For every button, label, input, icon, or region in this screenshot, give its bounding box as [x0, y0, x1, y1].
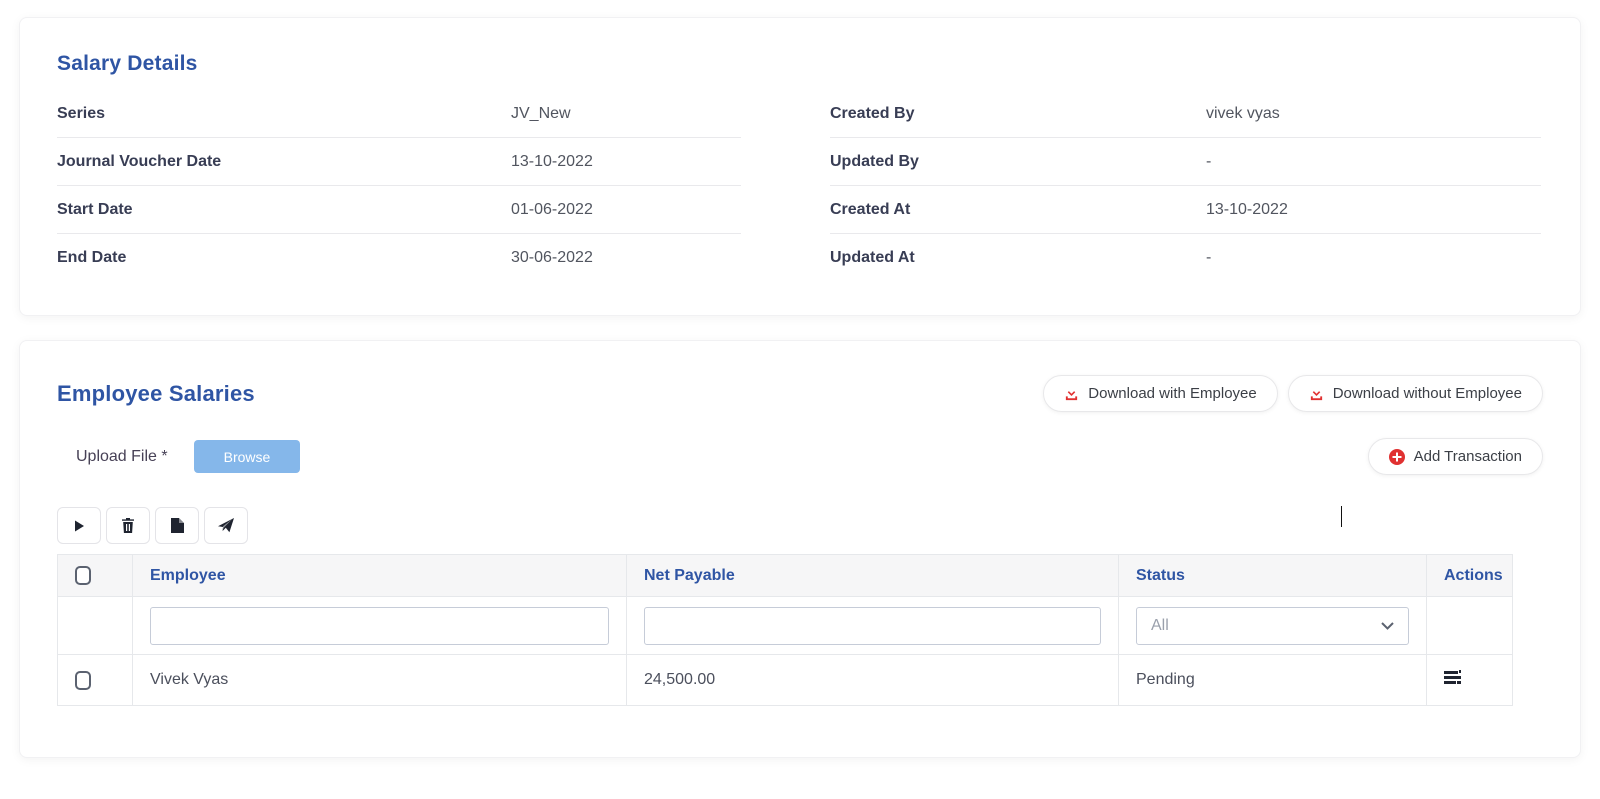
salary-details-right-column: Created By vivek vyas Updated By - Creat…	[830, 90, 1541, 282]
field-value: 01-06-2022	[511, 201, 741, 219]
employee-salaries-card: Employee Salaries Download with Employee…	[19, 340, 1581, 758]
field-value: JV_New	[511, 105, 741, 123]
bulk-actions-toolbar	[57, 507, 1543, 544]
field-label: Start Date	[57, 201, 511, 219]
download-without-employee-button[interactable]: Download without Employee	[1288, 375, 1543, 412]
status-filter-select[interactable]: All	[1136, 607, 1409, 645]
column-header-status: Status	[1119, 555, 1427, 597]
field-value: 13-10-2022	[511, 153, 741, 171]
field-value: vivek vyas	[1206, 105, 1541, 123]
field-value: -	[1206, 249, 1541, 267]
column-header-actions: Actions	[1427, 555, 1513, 597]
salary-details-card: Salary Details Series JV_New Journal Vou…	[19, 17, 1581, 316]
table-row: Vivek Vyas 24,500.00 Pending	[58, 655, 1513, 706]
status-filter-selected-value: All	[1151, 617, 1169, 635]
field-value: -	[1206, 153, 1541, 171]
employee-salaries-table: Employee Net Payable Status Actions	[57, 554, 1513, 706]
salary-details-grid: Series JV_New Journal Voucher Date 13-10…	[57, 90, 1543, 282]
field-label: Journal Voucher Date	[57, 153, 511, 171]
run-button[interactable]	[57, 507, 101, 544]
net-payable-filter-input[interactable]	[644, 607, 1101, 645]
download-with-employee-button[interactable]: Download with Employee	[1043, 375, 1277, 412]
select-all-checkbox[interactable]	[75, 566, 91, 585]
filter-empty-cell	[58, 597, 133, 655]
column-header-employee: Employee	[133, 555, 627, 597]
field-row-series: Series JV_New	[57, 90, 741, 138]
select-all-cell	[58, 555, 133, 597]
field-row-journal-voucher-date: Journal Voucher Date 13-10-2022	[57, 138, 741, 186]
row-details-button[interactable]	[1444, 670, 1461, 685]
delete-button[interactable]	[106, 507, 150, 544]
field-label: Created By	[830, 105, 1206, 123]
field-value: 13-10-2022	[1206, 201, 1541, 219]
employee-filter-input[interactable]	[150, 607, 609, 645]
employee-cell: Vivek Vyas	[133, 655, 627, 706]
field-row-created-at: Created At 13-10-2022	[830, 186, 1541, 234]
plus-circle-icon	[1389, 449, 1405, 465]
field-row-start-date: Start Date 01-06-2022	[57, 186, 741, 234]
row-checkbox[interactable]	[75, 671, 91, 690]
salary-details-title: Salary Details	[57, 52, 1543, 76]
page: Salary Details Series JV_New Journal Vou…	[0, 0, 1600, 758]
net-payable-cell: 24,500.00	[627, 655, 1119, 706]
trash-icon	[121, 518, 135, 533]
field-label: Updated By	[830, 153, 1206, 171]
send-icon	[218, 518, 234, 533]
add-transaction-label: Add Transaction	[1414, 448, 1522, 465]
salary-details-left-column: Series JV_New Journal Voucher Date 13-10…	[57, 90, 741, 282]
table-header-row: Employee Net Payable Status Actions	[58, 555, 1513, 597]
chevron-down-icon	[1381, 622, 1394, 630]
field-label: Created At	[830, 201, 1206, 219]
filter-net-payable-cell	[627, 597, 1119, 655]
field-row-end-date: End Date 30-06-2022	[57, 234, 741, 282]
upload-file-label: Upload File *	[76, 448, 168, 466]
text-cursor	[1341, 506, 1343, 527]
employee-salaries-header: Employee Salaries Download with Employee…	[57, 375, 1543, 412]
table-filter-row: All	[58, 597, 1513, 655]
download-icon	[1064, 386, 1079, 401]
filter-employee-cell	[133, 597, 627, 655]
field-label: Updated At	[830, 249, 1206, 267]
field-value: 30-06-2022	[511, 249, 741, 267]
status-cell: Pending	[1119, 655, 1427, 706]
add-transaction-button[interactable]: Add Transaction	[1368, 438, 1543, 475]
list-details-icon	[1444, 670, 1461, 685]
browse-button[interactable]: Browse	[194, 440, 301, 473]
send-button[interactable]	[204, 507, 248, 544]
field-label: Series	[57, 105, 511, 123]
download-with-employee-label: Download with Employee	[1088, 385, 1256, 402]
download-buttons-group: Download with Employee Download without …	[1043, 375, 1543, 412]
journal-button[interactable]	[155, 507, 199, 544]
field-row-created-by: Created By vivek vyas	[830, 90, 1541, 138]
download-without-employee-label: Download without Employee	[1333, 385, 1522, 402]
column-header-net-payable: Net Payable	[627, 555, 1119, 597]
employee-salaries-title: Employee Salaries	[57, 381, 255, 407]
upload-file-field: Upload File * Browse	[57, 440, 300, 473]
filter-status-cell: All	[1119, 597, 1427, 655]
field-row-updated-at: Updated At -	[830, 234, 1541, 282]
play-icon	[72, 519, 86, 533]
field-label: End Date	[57, 249, 511, 267]
row-actions-cell	[1427, 655, 1513, 706]
download-icon	[1309, 386, 1324, 401]
field-row-updated-by: Updated By -	[830, 138, 1541, 186]
row-select-cell	[58, 655, 133, 706]
file-icon	[171, 518, 184, 533]
upload-row: Upload File * Browse Add Transaction	[57, 438, 1543, 475]
filter-actions-cell	[1427, 597, 1513, 655]
